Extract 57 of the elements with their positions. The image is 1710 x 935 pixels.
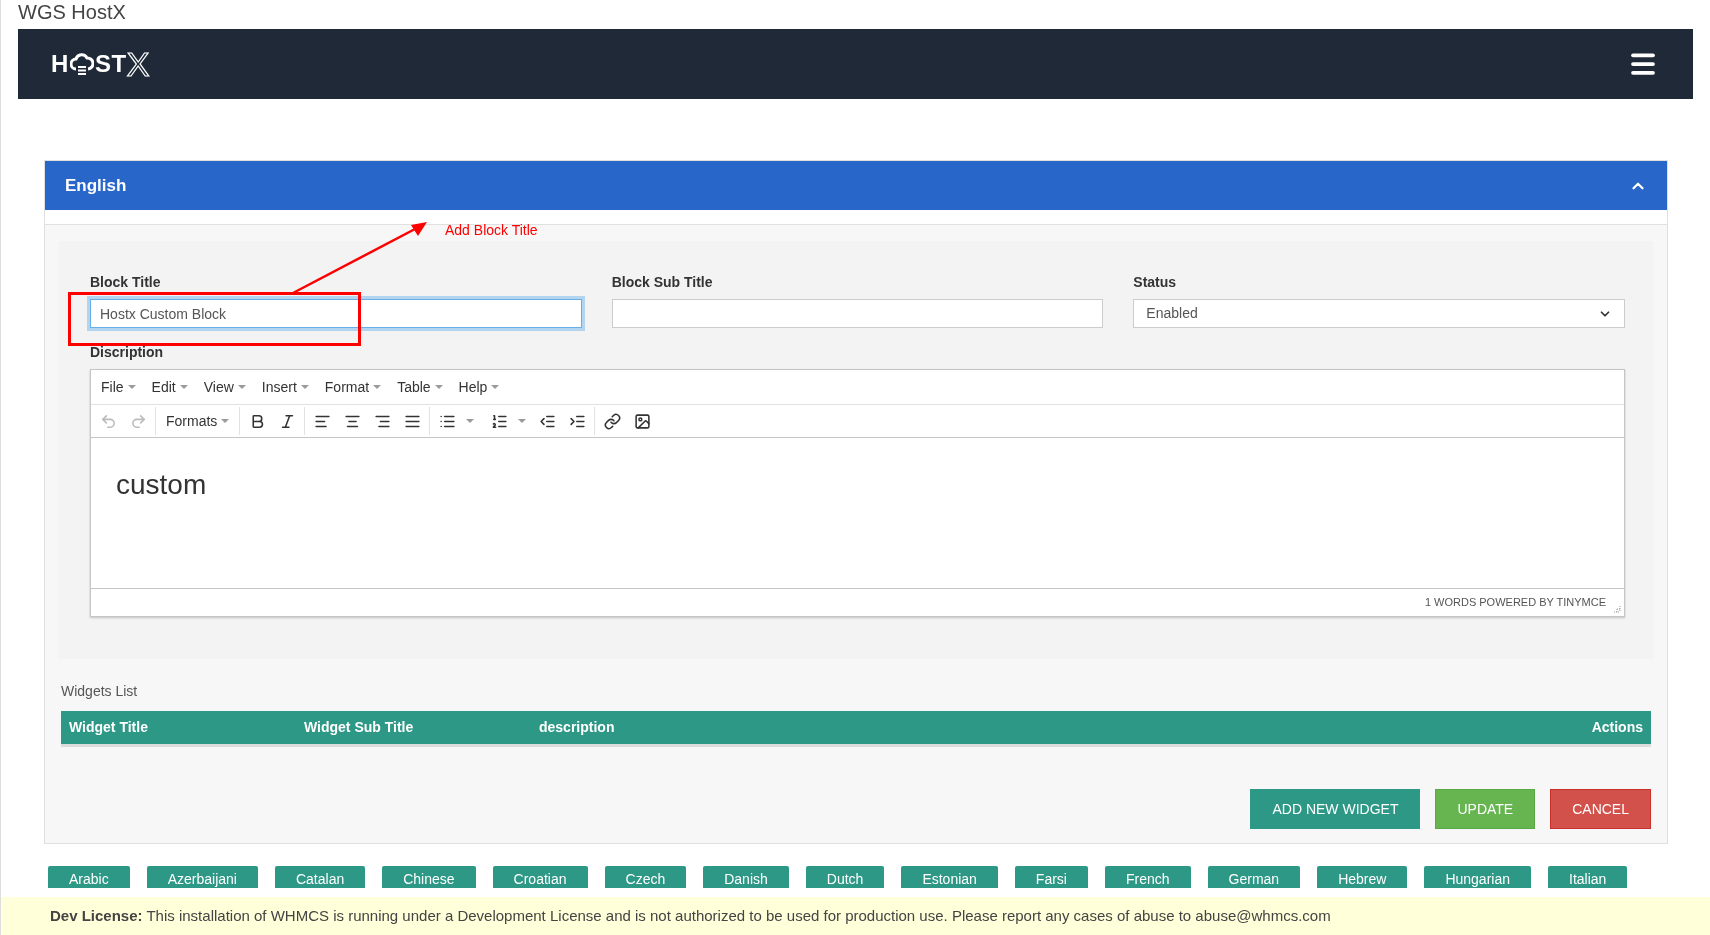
caret-icon	[491, 385, 500, 389]
caret-icon	[221, 419, 230, 423]
column-header: Actions	[1591, 718, 1643, 737]
language-tab[interactable]: Arabic	[48, 866, 130, 888]
annotation-label: Add Block Title	[445, 221, 538, 240]
page-title: WGS HostX	[18, 1, 126, 23]
caret-icon	[300, 385, 309, 389]
column-header: Widget Sub Title	[304, 718, 415, 737]
field-label: Discription	[90, 343, 164, 362]
caret-icon	[373, 385, 382, 389]
column-header: description	[539, 718, 616, 737]
language-tab[interactable]: Chinese	[382, 866, 476, 888]
action-button[interactable]: UPDATE	[1435, 789, 1536, 829]
field-label: Block Title	[90, 273, 161, 292]
menu-item[interactable]: Format	[320, 376, 386, 398]
language-tab[interactable]: Hungarian	[1424, 866, 1531, 888]
language-tab[interactable]: Catalan	[274, 866, 366, 888]
caret-icon	[127, 385, 136, 389]
editor-content: custom	[116, 469, 207, 500]
cloud-icon	[69, 53, 94, 75]
caret-icon	[518, 419, 527, 423]
language-tab[interactable]: Dutch	[805, 866, 885, 888]
caret-icon	[466, 419, 475, 423]
language-tab[interactable]: Azerbaijani	[146, 866, 258, 888]
menu-item[interactable]: File	[97, 376, 140, 398]
menu-item[interactable]: Edit	[147, 376, 192, 398]
status-select[interactable]: Enabled	[1133, 299, 1625, 328]
menu-item[interactable]: Table	[393, 376, 447, 398]
action-button[interactable]: ADD NEW WIDGET	[1250, 789, 1421, 829]
caret-icon	[179, 385, 188, 389]
caret-icon	[434, 385, 443, 389]
language-tab[interactable]: Danish	[703, 866, 789, 888]
menu-item[interactable]: View	[199, 376, 250, 398]
panel-header[interactable]: English	[45, 161, 1667, 210]
field-label: Block Sub Title	[611, 273, 713, 292]
license-text: Dev License: This installation of WHMCS is running under a Development License and is not authorized to be used for production use. Please report any cases of abuse to abuse@whmcs.com	[50, 905, 1331, 926]
section-title: Widgets List	[61, 683, 138, 699]
editor-status: 1 WORDS POWERED BY TINYMCE	[1424, 595, 1606, 611]
language-tab[interactable]: Italian	[1548, 866, 1628, 888]
language-tab[interactable]: Czech	[604, 866, 687, 888]
menu-item[interactable]: Help	[454, 376, 504, 398]
menu-item[interactable]: Insert	[257, 376, 313, 398]
language-tab[interactable]: German	[1207, 866, 1301, 888]
language-tab[interactable]: Hebrew	[1317, 866, 1408, 888]
language-tab[interactable]: Croatian	[492, 866, 588, 888]
text-field[interactable]	[611, 299, 1104, 328]
column-header: Widget Title	[69, 718, 149, 737]
caret-icon	[237, 385, 246, 389]
language-tab[interactable]: Farsi	[1014, 866, 1088, 888]
formats-dropdown[interactable]: Formats	[160, 407, 236, 435]
action-button[interactable]: CANCEL	[1550, 789, 1651, 829]
hostx-logo[interactable]: H STX	[51, 46, 151, 82]
text-field[interactable]: Hostx Custom Block	[90, 299, 582, 328]
resize-handle-icon[interactable]	[1613, 605, 1621, 613]
language-tab[interactable]: French	[1105, 866, 1191, 888]
language-tab[interactable]: Estonian	[901, 866, 998, 888]
field-label: Status	[1133, 273, 1177, 292]
